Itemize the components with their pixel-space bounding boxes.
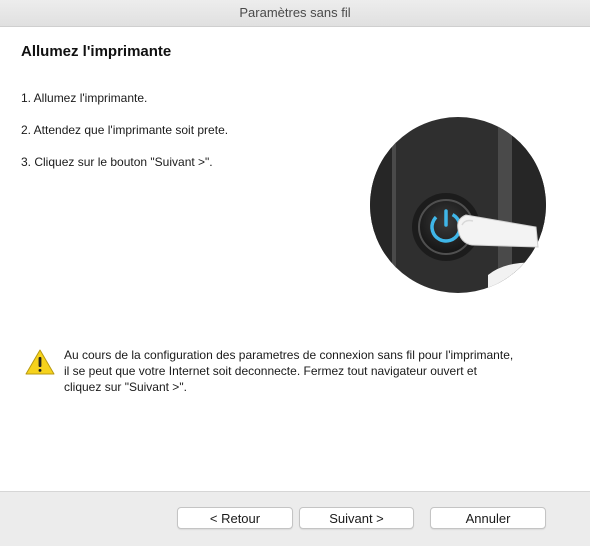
button-bar: < Retour Suivant > Annuler: [0, 492, 590, 546]
warning-line-1: Au cours de la configuration des paramet…: [64, 348, 514, 362]
printer-power-illustration: [370, 117, 546, 293]
window-title: Paramètres sans fil: [239, 5, 351, 20]
back-button[interactable]: < Retour: [177, 507, 293, 529]
title-bar[interactable]: Paramètres sans fil: [0, 0, 590, 27]
step-1-text: 1. Allumez l'imprimante.: [21, 91, 148, 105]
warning-line-3: cliquez sur "Suivant >".: [64, 380, 187, 394]
wireless-settings-window: Paramètres sans fil Allumez l'imprimante…: [0, 0, 590, 546]
cancel-button[interactable]: Annuler: [430, 507, 546, 529]
warning-line-2: il se peut que votre Internet soit decon…: [64, 364, 477, 378]
page-title: Allumez l'imprimante: [21, 43, 172, 60]
content-panel: Allumez l'imprimante 1. Allumez l'imprim…: [0, 27, 590, 492]
warning-icon: [25, 349, 55, 375]
step-2-text: 2. Attendez que l'imprimante soit prete.: [21, 123, 229, 137]
next-button[interactable]: Suivant >: [299, 507, 414, 529]
step-3-text: 3. Cliquez sur le bouton "Suivant >".: [21, 155, 213, 169]
warning-message: Au cours de la configuration des paramet…: [64, 347, 564, 395]
